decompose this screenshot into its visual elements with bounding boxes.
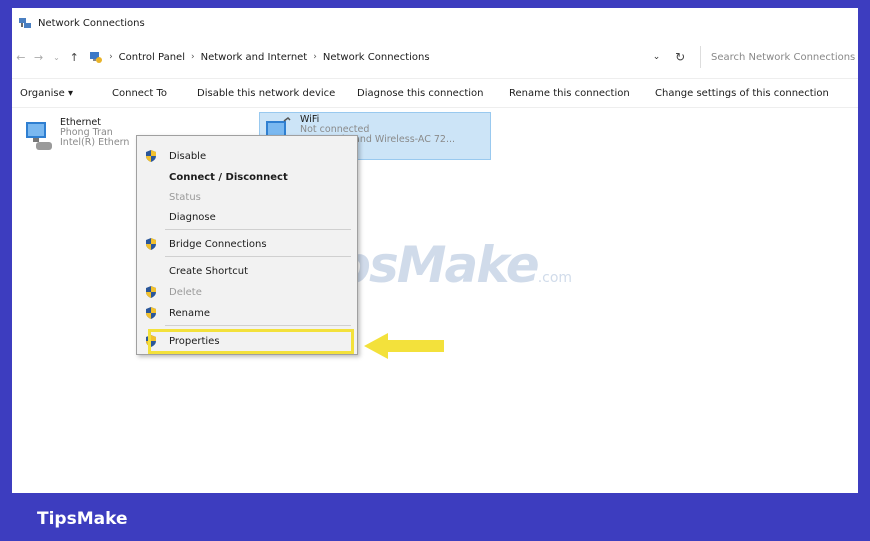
menu-item-label: Rename [169,307,211,319]
search-input[interactable]: Search Network Connections [700,46,858,68]
menu-item-rename[interactable]: Rename [137,303,357,323]
breadcrumb-control-panel[interactable]: Control Panel [119,52,185,63]
yellow-pointer-arrow-icon [364,333,444,359]
recent-chevron-icon[interactable]: ⌄ [48,53,66,62]
menu-item-disable[interactable]: Disable [137,146,357,166]
ethernet-connection[interactable]: Ethernet Phong Tran Intel(R) Ethern [24,118,129,154]
title-bar: Network Connections [12,8,858,38]
properties-highlight-box [148,329,354,354]
ethernet-adapter-icon [26,122,52,150]
menu-item-label: Bridge Connections [169,238,267,250]
network-connections-icon [19,18,31,28]
address-dropdown-icon[interactable]: ⌄ [645,52,669,62]
forward-arrow-icon[interactable]: → [30,51,48,64]
breadcrumb-network-connections[interactable]: Network Connections [323,52,430,63]
watermark-suffix: .com [537,270,573,286]
refresh-icon[interactable]: ↻ [668,50,692,64]
control-panel-icon [90,52,103,63]
up-arrow-icon[interactable]: ↑ [65,51,83,64]
menu-item-label: Create Shortcut [169,265,248,277]
brand-name: TipsMake [37,509,128,529]
breadcrumb-separator: › [313,52,317,62]
brand-footer: TipsMake [0,493,870,541]
menu-item-connect-disconnect[interactable]: Connect / Disconnect [137,167,357,187]
menu-item-label: Status [169,191,201,203]
rename-button[interactable]: Rename this connection [509,88,630,99]
diagnose-button[interactable]: Diagnose this connection [357,88,483,99]
organise-button[interactable]: Organise ▾ [20,88,73,99]
change-settings-button[interactable]: Change settings of this connection [655,88,829,99]
menu-separator [165,256,351,257]
menu-separator [165,229,351,230]
menu-separator [165,325,351,326]
menu-item-status: Status [137,187,357,207]
menu-item-label: Connect / Disconnect [169,171,288,183]
shield-icon [146,150,156,162]
disable-device-button[interactable]: Disable this network device [197,88,335,99]
menu-item-bridge-connections[interactable]: Bridge Connections [137,234,357,254]
connect-to-button[interactable]: Connect To [112,88,167,99]
breadcrumb-network-and-internet[interactable]: Network and Internet [201,52,308,63]
menu-item-delete: Delete [137,282,357,302]
address-bar: ← → ⌄ ↑ › Control Panel › Network and In… [12,45,858,69]
context-menu: Disable Connect / Disconnect Status Diag… [136,135,358,355]
breadcrumb-separator: › [109,52,113,62]
menu-item-diagnose[interactable]: Diagnose [137,207,357,227]
shield-icon [146,307,156,319]
shield-icon [146,286,156,298]
back-arrow-icon[interactable]: ← [12,51,30,64]
menu-item-label: Delete [169,286,202,298]
breadcrumb-separator: › [190,52,195,62]
shield-icon [146,238,156,250]
breadcrumb[interactable]: › Control Panel › Network and Internet ›… [89,46,645,68]
menu-item-label: Disable [169,150,207,162]
connection-device: Intel(R) Ethern [60,137,130,148]
command-bar: Organise ▾ Connect To Disable this netwo… [12,78,858,108]
window-title: Network Connections [38,17,145,29]
menu-item-create-shortcut[interactable]: Create Shortcut [137,261,357,281]
menu-item-label: Diagnose [169,211,216,223]
